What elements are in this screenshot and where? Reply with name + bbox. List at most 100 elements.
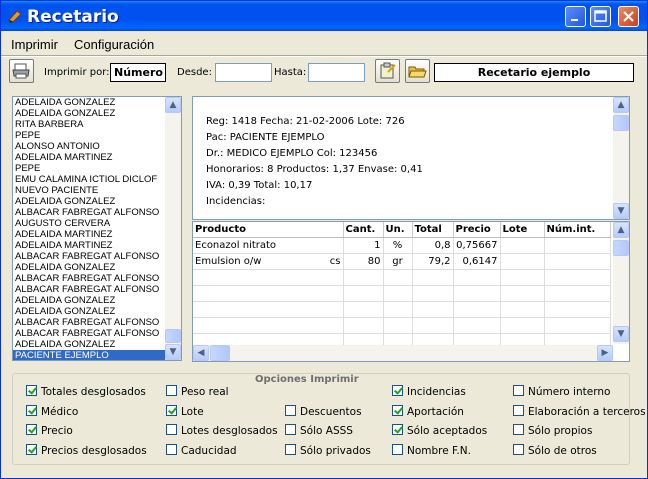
checkbox-box[interactable] (285, 405, 296, 416)
list-item[interactable]: ADELAIDA GONZALEZ (13, 97, 165, 108)
checkbox-option[interactable]: Número interno (513, 385, 610, 398)
checkbox-box[interactable] (513, 385, 524, 396)
list-item[interactable]: ALBACAR FABREGAT ALFONSO (13, 328, 165, 339)
checkbox-option[interactable]: Incidencias (392, 385, 466, 398)
checkbox-option[interactable]: Médico (26, 405, 78, 418)
table-row[interactable] (193, 269, 611, 286)
list-item[interactable]: ALBACAR FABREGAT ALFONSO (13, 207, 165, 218)
list-item[interactable]: ADELAIDA GONZALEZ (13, 262, 165, 273)
list-item[interactable]: ADELAIDA GONZALEZ (13, 108, 165, 119)
column-lote[interactable]: Lote (500, 222, 545, 238)
scroll-right-icon[interactable]: ▶ (597, 345, 613, 361)
checkbox-option[interactable]: Aportación (392, 405, 464, 418)
list-item[interactable]: ADELAIDA GONZALEZ (13, 295, 165, 306)
recetario-name-field[interactable]: Recetario ejemplo (434, 63, 634, 82)
scroll-up-icon[interactable]: ▲ (165, 97, 181, 113)
desde-field[interactable] (215, 63, 272, 82)
list-item[interactable]: PEPE (13, 163, 165, 174)
open-folder-button[interactable] (405, 59, 430, 83)
checkbox-option[interactable]: Precios desglosados (26, 444, 147, 457)
column-un[interactable]: Un. (383, 222, 413, 238)
checkbox-box[interactable] (26, 424, 37, 435)
checkbox-box[interactable] (166, 424, 177, 435)
column-precio[interactable]: Precio (453, 222, 501, 238)
checkbox-box[interactable] (166, 405, 177, 416)
list-item[interactable]: ADELAIDA MARTINEZ (13, 152, 165, 163)
checkbox-box[interactable] (513, 405, 524, 416)
menu-imprimir[interactable]: Imprimir (11, 37, 58, 52)
patient-list-scrollbar[interactable]: ▲ ▼ (165, 97, 181, 360)
table-row[interactable]: Emulsion o/w cs 80 gr 79,2 0,6147 (193, 253, 611, 270)
checkbox-box[interactable] (26, 385, 37, 396)
scroll-down-icon[interactable]: ▼ (613, 203, 629, 219)
checkbox-box[interactable] (392, 444, 403, 455)
maximize-button[interactable] (590, 6, 611, 27)
table-row[interactable] (193, 317, 611, 334)
checkbox-option[interactable]: Caducidad (166, 444, 237, 457)
column-cant[interactable]: Cant. (343, 222, 384, 238)
checkbox-box[interactable] (392, 385, 403, 396)
list-item[interactable]: ALBACAR FABREGAT ALFONSO (13, 251, 165, 262)
column-numint[interactable]: Núm.int. (544, 222, 611, 238)
list-item[interactable]: ALBACAR FABREGAT ALFONSO (13, 317, 165, 328)
checkbox-option[interactable]: Peso real (166, 385, 229, 398)
checkbox-box[interactable] (285, 424, 296, 435)
list-item[interactable]: ALBACAR FABREGAT ALFONSO (13, 284, 165, 295)
products-grid[interactable]: Producto Cant. Un. Total Precio Lote Núm… (192, 221, 630, 362)
minimize-button[interactable] (565, 6, 586, 27)
list-item[interactable]: ALONSO ANTONIO (13, 141, 165, 152)
list-item[interactable]: PACIENTE EJEMPLO (13, 350, 165, 360)
table-row[interactable]: Econazol nitrato 1 % 0,8 0,75667 (193, 237, 611, 254)
list-item[interactable]: ADELAIDA GONZALEZ (13, 339, 165, 350)
checkbox-box[interactable] (392, 424, 403, 435)
list-item[interactable]: PEPE (13, 130, 165, 141)
scroll-thumb[interactable] (613, 115, 629, 131)
checkbox-option[interactable]: Descuentos (285, 405, 362, 418)
scroll-up-icon[interactable]: ▲ (613, 97, 629, 113)
checkbox-option[interactable]: Sólo ASSS (285, 424, 353, 437)
list-item[interactable]: EMU CALAMINA ICTIOL DICLOF (13, 174, 165, 185)
close-button[interactable] (618, 6, 639, 27)
list-item[interactable]: ADELAIDA MARTINEZ (13, 240, 165, 251)
scroll-thumb[interactable] (613, 240, 629, 256)
scroll-up-icon[interactable]: ▲ (613, 222, 629, 238)
checkbox-option[interactable]: Sólo de otros (513, 444, 597, 457)
column-total[interactable]: Total (412, 222, 454, 238)
checkbox-box[interactable] (26, 405, 37, 416)
scroll-left-icon[interactable]: ◀ (193, 345, 209, 361)
patient-listbox[interactable]: ADELAIDA GONZALEZ ADELAIDA GONZALEZ RITA B… (12, 96, 182, 361)
print-button[interactable] (9, 59, 34, 83)
detail-scrollbar[interactable]: ▲ ▼ (613, 97, 629, 219)
scroll-down-icon[interactable]: ▼ (613, 326, 629, 342)
checkbox-box[interactable] (392, 405, 403, 416)
list-item[interactable]: AUGUSTO CERVERA (13, 218, 165, 229)
checkbox-option[interactable]: Sólo propios (513, 424, 592, 437)
list-item[interactable]: ADELAIDA MARTINEZ (13, 229, 165, 240)
menu-configuracion[interactable]: Configuración (74, 37, 154, 52)
imprimir-por-field[interactable]: Número (110, 63, 166, 82)
list-item[interactable]: NUEVO PACIENTE (13, 185, 165, 196)
edit-document-button[interactable] (375, 59, 400, 83)
list-item[interactable]: ADELAIDA GONZALEZ (13, 196, 165, 207)
checkbox-option[interactable]: Nombre F.N. (392, 444, 471, 457)
checkbox-option[interactable]: Lotes desglosados (166, 424, 278, 437)
checkbox-box[interactable] (513, 424, 524, 435)
checkbox-option[interactable]: Totales desglosados (26, 385, 146, 398)
grid-vscrollbar[interactable]: ▲ ▼ (613, 222, 629, 344)
checkbox-option[interactable]: Precio (26, 424, 73, 437)
title-bar[interactable]: Recetario (1, 1, 647, 31)
checkbox-option[interactable]: Elaboración a terceros (513, 405, 646, 418)
table-row[interactable] (193, 285, 611, 302)
list-item[interactable]: ALBACAR FABREGAT ALFONSO (13, 273, 165, 284)
scroll-thumb[interactable] (165, 329, 181, 343)
checkbox-box[interactable] (513, 444, 524, 455)
checkbox-box[interactable] (26, 444, 37, 455)
checkbox-option[interactable]: Sólo privados (285, 444, 371, 457)
list-item[interactable]: ADELAIDA GONZALEZ (13, 306, 165, 317)
list-item[interactable]: RITA BARBERA (13, 119, 165, 130)
checkbox-box[interactable] (166, 385, 177, 396)
column-producto[interactable]: Producto (193, 222, 344, 238)
checkbox-option[interactable]: Sólo aceptados (392, 424, 487, 437)
checkbox-box[interactable] (166, 444, 177, 455)
grid-hscrollbar[interactable]: ◀ ▶ (193, 345, 613, 361)
